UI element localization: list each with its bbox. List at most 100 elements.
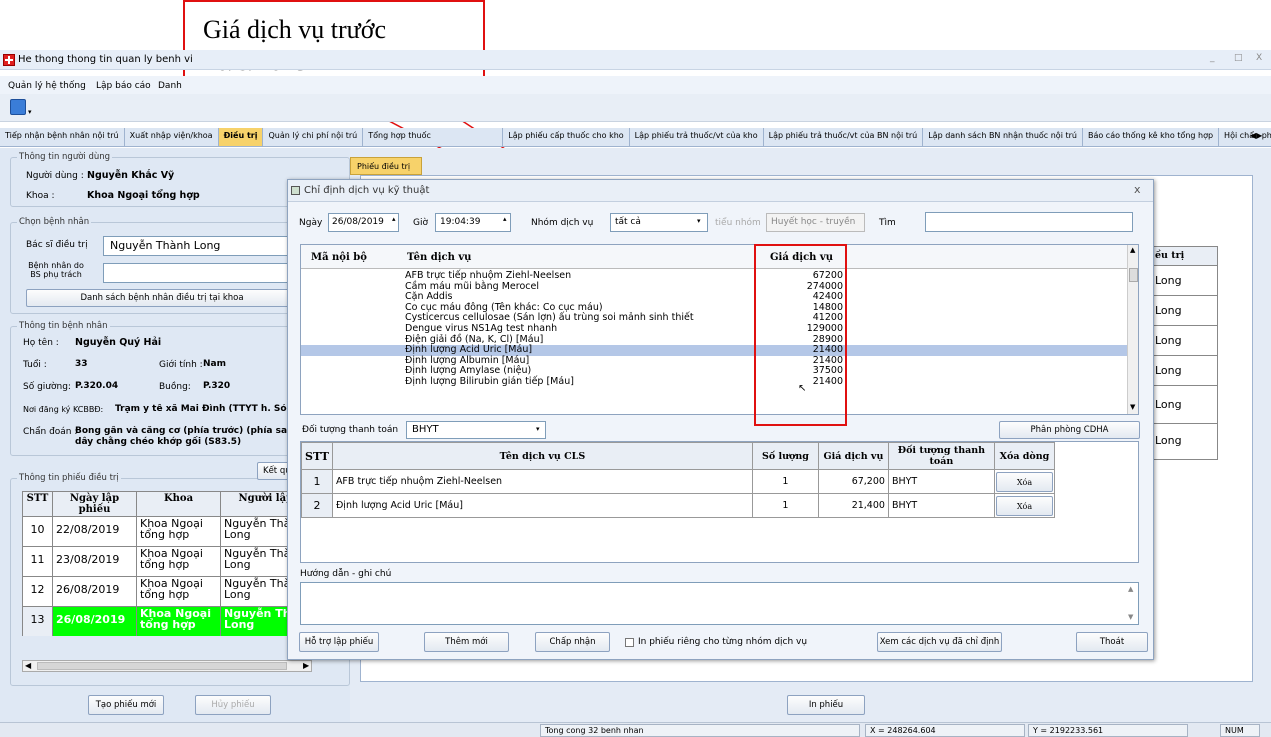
- scroll-thumb[interactable]: [37, 662, 287, 670]
- toolbar: ▾: [0, 94, 1271, 122]
- table-row[interactable]: 1 AFB trực tiếp nhuộm Ziehl-Neelsen 1 67…: [301, 469, 1056, 494]
- subgroup-select[interactable]: Huyết học - truyền: [766, 213, 865, 232]
- treatment-table-wrap: STT Ngày lập phiếu Khoa Người lập p 1022…: [22, 491, 290, 636]
- date-input[interactable]: 26/08/2019: [328, 213, 399, 232]
- note-textarea[interactable]: ▲ ▼: [300, 582, 1139, 625]
- time-input[interactable]: 19:04:39: [435, 213, 511, 232]
- tab-tiep-nhan[interactable]: Tiếp nhận bệnh nhân nội trú: [0, 128, 125, 146]
- service-list-scrollbar[interactable]: ▲ ▼: [1127, 245, 1138, 414]
- tab-tra-thuoc-bn[interactable]: Lập phiếu trả thuốc/vt của BN nội trú: [764, 128, 924, 146]
- mouse-cursor-icon: ↖: [798, 383, 807, 394]
- col-dept: Khoa: [136, 491, 221, 517]
- menu-system[interactable]: Quản lý hệ thống: [8, 81, 86, 91]
- service-list: Mã nội bộ Tên dịch vụ Giá dịch vụ AFB tr…: [300, 244, 1139, 415]
- col-gia: Giá dịch vụ: [817, 442, 889, 470]
- date-spin-icon[interactable]: ▴: [392, 215, 396, 223]
- table-row[interactable]: 2 Định lượng Acid Uric [Máu] 1 21,400 BH…: [301, 493, 1056, 518]
- scroll-up-icon[interactable]: ▲: [1128, 585, 1133, 593]
- cancel-sheet-button[interactable]: Hủy phiếu: [195, 695, 271, 715]
- right-col-header: ều trị: [1150, 246, 1218, 266]
- time-spin-icon[interactable]: ▴: [503, 215, 507, 223]
- add-new-button[interactable]: Thêm mới: [424, 632, 509, 652]
- delete-row-button[interactable]: Xóa: [995, 471, 1053, 492]
- chevron-down-icon[interactable]: ▾: [697, 217, 701, 225]
- search-input[interactable]: [925, 212, 1133, 232]
- tab-danh-sach-bn[interactable]: Lập danh sách BN nhận thuốc nội trú: [923, 128, 1083, 146]
- table-row-selected[interactable]: 13 26/08/2019 Khoa Ngoại tổng hợp Nguyễn Th…: [22, 606, 290, 636]
- col-stt: STT: [22, 491, 53, 517]
- exit-button[interactable]: Thoát: [1076, 632, 1148, 652]
- right-cell: Long: [1150, 356, 1218, 386]
- print-separate-checkbox[interactable]: [625, 638, 634, 647]
- menu-report[interactable]: Lập báo cáo: [96, 81, 151, 91]
- scroll-right-icon[interactable]: ▶: [303, 661, 309, 670]
- toolbar-tools-icon[interactable]: [10, 99, 26, 115]
- tab-tra-thuoc-kho[interactable]: Lập phiếu trả thuốc/vt của kho: [630, 128, 764, 146]
- row-creator: Nguyễn Thà Long: [220, 516, 290, 547]
- table-row[interactable]: 12 26/08/2019 Khoa Ngoại tổng hợp Nguyễn Th…: [22, 576, 290, 607]
- tab-phieu-dieu-tri[interactable]: Phiếu điều trị: [350, 157, 422, 175]
- treatment-info-title: Thông tin phiếu điều trị: [17, 473, 121, 483]
- tab-dieu-tri[interactable]: Điều trị: [218, 128, 264, 146]
- cdha-button[interactable]: Phân phòng CDHA: [999, 421, 1140, 439]
- chevron-down-icon[interactable]: ▾: [536, 425, 540, 433]
- tab-tong-hop-thuoc[interactable]: Tổng hợp thuốc: [363, 128, 504, 146]
- scroll-left-icon[interactable]: ◀: [25, 661, 31, 670]
- cls-payer[interactable]: BHYT: [887, 493, 995, 518]
- patient-list-button[interactable]: Danh sách bệnh nhân điều trị tại khoa: [26, 289, 298, 307]
- dialog-close-icon[interactable]: x: [1134, 183, 1141, 196]
- choose-patient-title: Chọn bệnh nhân: [17, 217, 92, 227]
- close-button[interactable]: X: [1256, 53, 1262, 63]
- right-cell: Long: [1150, 386, 1218, 424]
- cls-qty[interactable]: 1: [751, 469, 819, 494]
- row-dept: Khoa Ngoại tổng hợp: [136, 576, 221, 607]
- cls-qty[interactable]: 1: [751, 493, 819, 518]
- scroll-down-icon[interactable]: ▼: [1128, 613, 1133, 621]
- scroll-down-icon[interactable]: ▼: [1130, 403, 1135, 411]
- list-item[interactable]: Dengue virus NS1Ag test nhanh 129000: [301, 322, 1127, 335]
- row-dept: Khoa Ngoại tổng hợp: [136, 546, 221, 577]
- cls-price: 67,200: [817, 469, 889, 494]
- list-item[interactable]: Định lượng Bilirubin gián tiếp [Máu] 2140…: [301, 376, 1127, 388]
- tab-chi-phi[interactable]: Quản lý chi phí nội trú: [263, 128, 364, 146]
- maximize-button[interactable]: □: [1234, 53, 1243, 63]
- group-select[interactable]: tất cả: [610, 213, 708, 232]
- accept-button[interactable]: Chấp nhận: [535, 632, 610, 652]
- scroll-up-icon[interactable]: ▲: [1130, 246, 1135, 254]
- patient-info-title: Thông tin bệnh nhân: [17, 321, 110, 331]
- scroll-thumb[interactable]: [1129, 268, 1138, 282]
- tab-xuat-nhap[interactable]: Xuất nhập viện/khoa: [125, 128, 219, 146]
- payer-select[interactable]: BHYT: [406, 421, 546, 439]
- tab-bao-cao-kho[interactable]: Báo cáo thống kê kho tổng hợp: [1083, 128, 1220, 146]
- col-date: Ngày lập phiếu: [52, 491, 137, 517]
- new-sheet-button[interactable]: Tạo phiếu mới: [88, 695, 164, 715]
- patient-name-value: Nguyễn Quý Hải: [75, 337, 162, 348]
- group-label: Nhóm dịch vụ: [531, 218, 594, 228]
- patient-age-label: Tuổi :: [23, 360, 47, 370]
- tab-cap-thuoc[interactable]: Lập phiếu cấp thuốc cho kho: [503, 128, 630, 146]
- tab-hoi-chan[interactable]: Hội chẩn ph: [1219, 128, 1271, 146]
- view-ordered-button[interactable]: Xem các dịch vụ đã chỉ định: [877, 632, 1002, 652]
- menu-catalog[interactable]: Danh: [158, 81, 182, 91]
- right-cell: Long: [1150, 326, 1218, 356]
- chevron-down-icon[interactable]: ▾: [28, 108, 32, 116]
- cls-payer[interactable]: BHYT: [887, 469, 995, 494]
- row-stt: 12: [22, 576, 53, 607]
- tab-scroll-arrows-icon[interactable]: ◀▶: [1250, 131, 1262, 140]
- cls-stt: 2: [301, 493, 333, 518]
- help-button[interactable]: Hỗ trợ lập phiếu: [299, 632, 379, 652]
- row-date: 26/08/2019: [52, 576, 137, 607]
- delete-row-button[interactable]: Xóa: [995, 495, 1053, 516]
- user-info-title: Thông tin người dùng: [17, 152, 113, 162]
- row-date: 22/08/2019: [52, 516, 137, 547]
- user-name-value: Nguyễn Khắc Vỹ: [87, 170, 175, 181]
- minimize-button[interactable]: _: [1210, 53, 1215, 63]
- row-dept: Khoa Ngoại tổng hợp: [136, 516, 221, 547]
- table-row[interactable]: 11 23/08/2019 Khoa Ngoại tổng hợp Nguyễn Th…: [22, 546, 290, 577]
- bed-label: Số giường:: [23, 382, 71, 392]
- horizontal-scrollbar[interactable]: ◀ ▶: [22, 660, 312, 672]
- table-row[interactable]: 10 22/08/2019 Khoa Ngoại tổng hợp Nguyễn Th…: [22, 516, 290, 547]
- print-sheet-button[interactable]: In phiếu: [787, 695, 865, 715]
- list-item[interactable]: AFB trực tiếp nhuộm Ziehl-Neelsen 67200: [301, 270, 1127, 282]
- service-name: Dengue virus NS1Ag test nhanh: [405, 322, 558, 334]
